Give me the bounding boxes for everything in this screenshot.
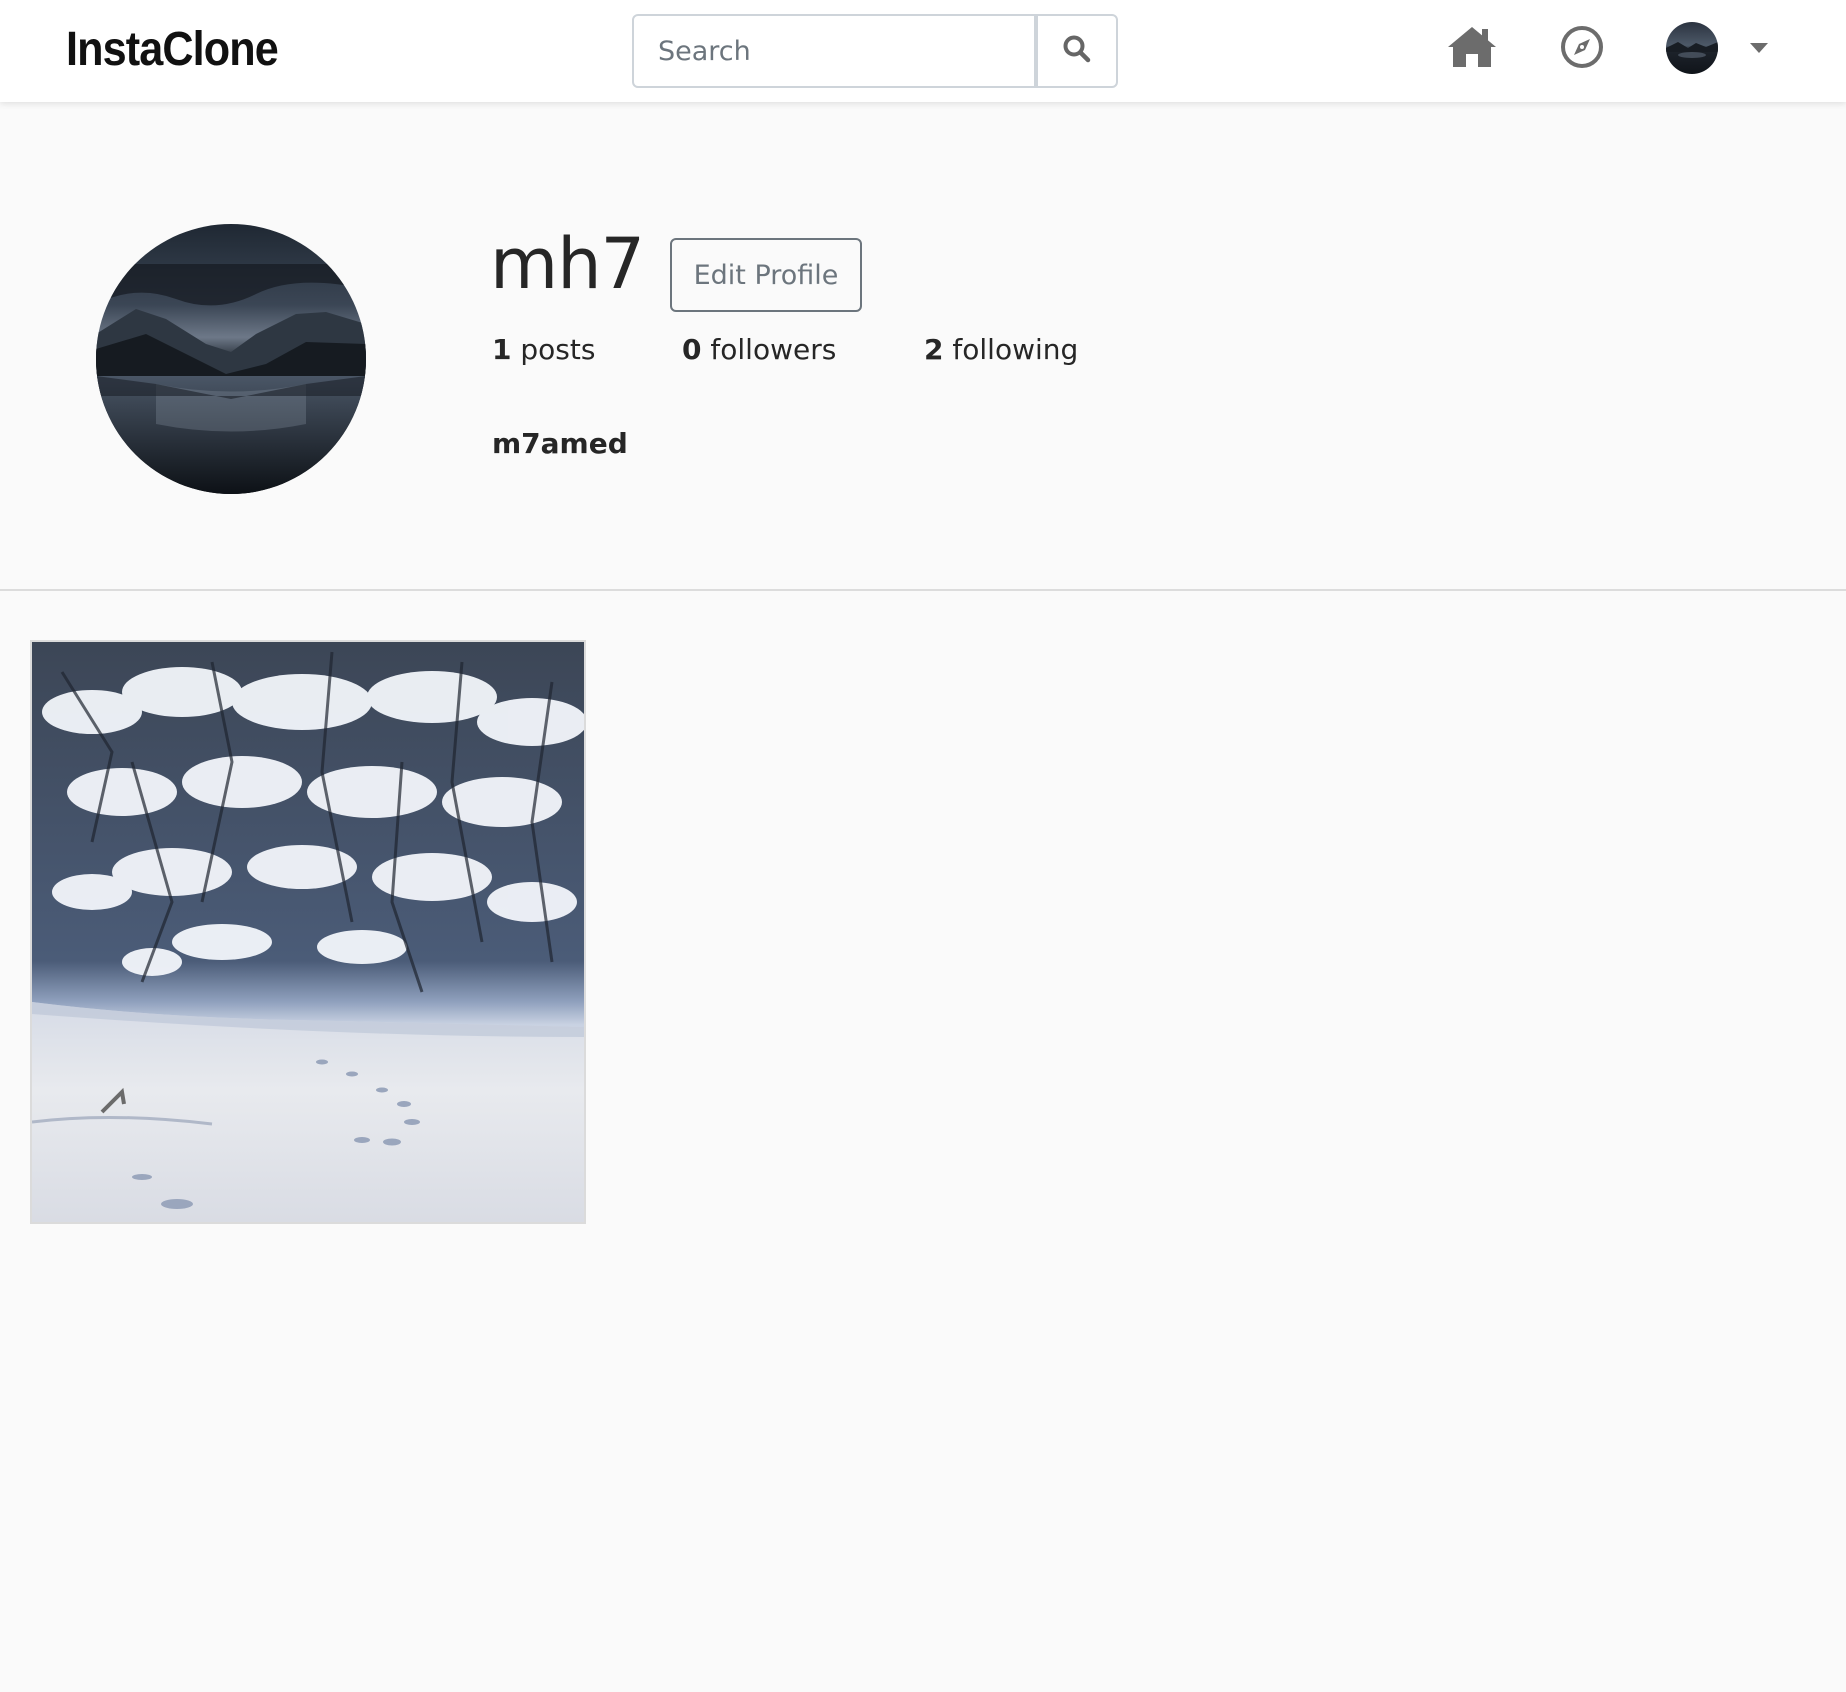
profile-avatar (96, 224, 366, 494)
top-navbar: InstaClone (0, 0, 1846, 102)
posts-label: posts (520, 333, 596, 366)
section-divider (0, 589, 1846, 591)
followers-count: 0 (682, 333, 702, 366)
edit-profile-button[interactable]: Edit Profile (670, 238, 862, 312)
following-count: 2 (924, 333, 944, 366)
compass-icon[interactable] (1554, 22, 1610, 72)
stat-followers[interactable]: 0 followers (682, 330, 836, 370)
post-thumbnail[interactable] (30, 640, 586, 1224)
search-input[interactable] (632, 14, 1036, 88)
search-button[interactable] (1036, 14, 1118, 88)
home-icon[interactable] (1444, 22, 1500, 72)
stat-following[interactable]: 2 following (924, 330, 1078, 370)
brand-logo[interactable]: InstaClone (66, 18, 279, 82)
search-icon (1062, 34, 1092, 68)
profile-username: mh7 (490, 223, 645, 305)
search-form (632, 14, 1118, 88)
posts-count: 1 (492, 333, 512, 366)
followers-label: followers (710, 333, 837, 366)
chevron-down-icon[interactable] (1748, 40, 1770, 56)
stat-posts: 1 posts (492, 330, 595, 370)
nav-avatar[interactable] (1666, 22, 1718, 74)
following-label: following (952, 333, 1079, 366)
profile-full-name: m7amed (492, 427, 628, 460)
